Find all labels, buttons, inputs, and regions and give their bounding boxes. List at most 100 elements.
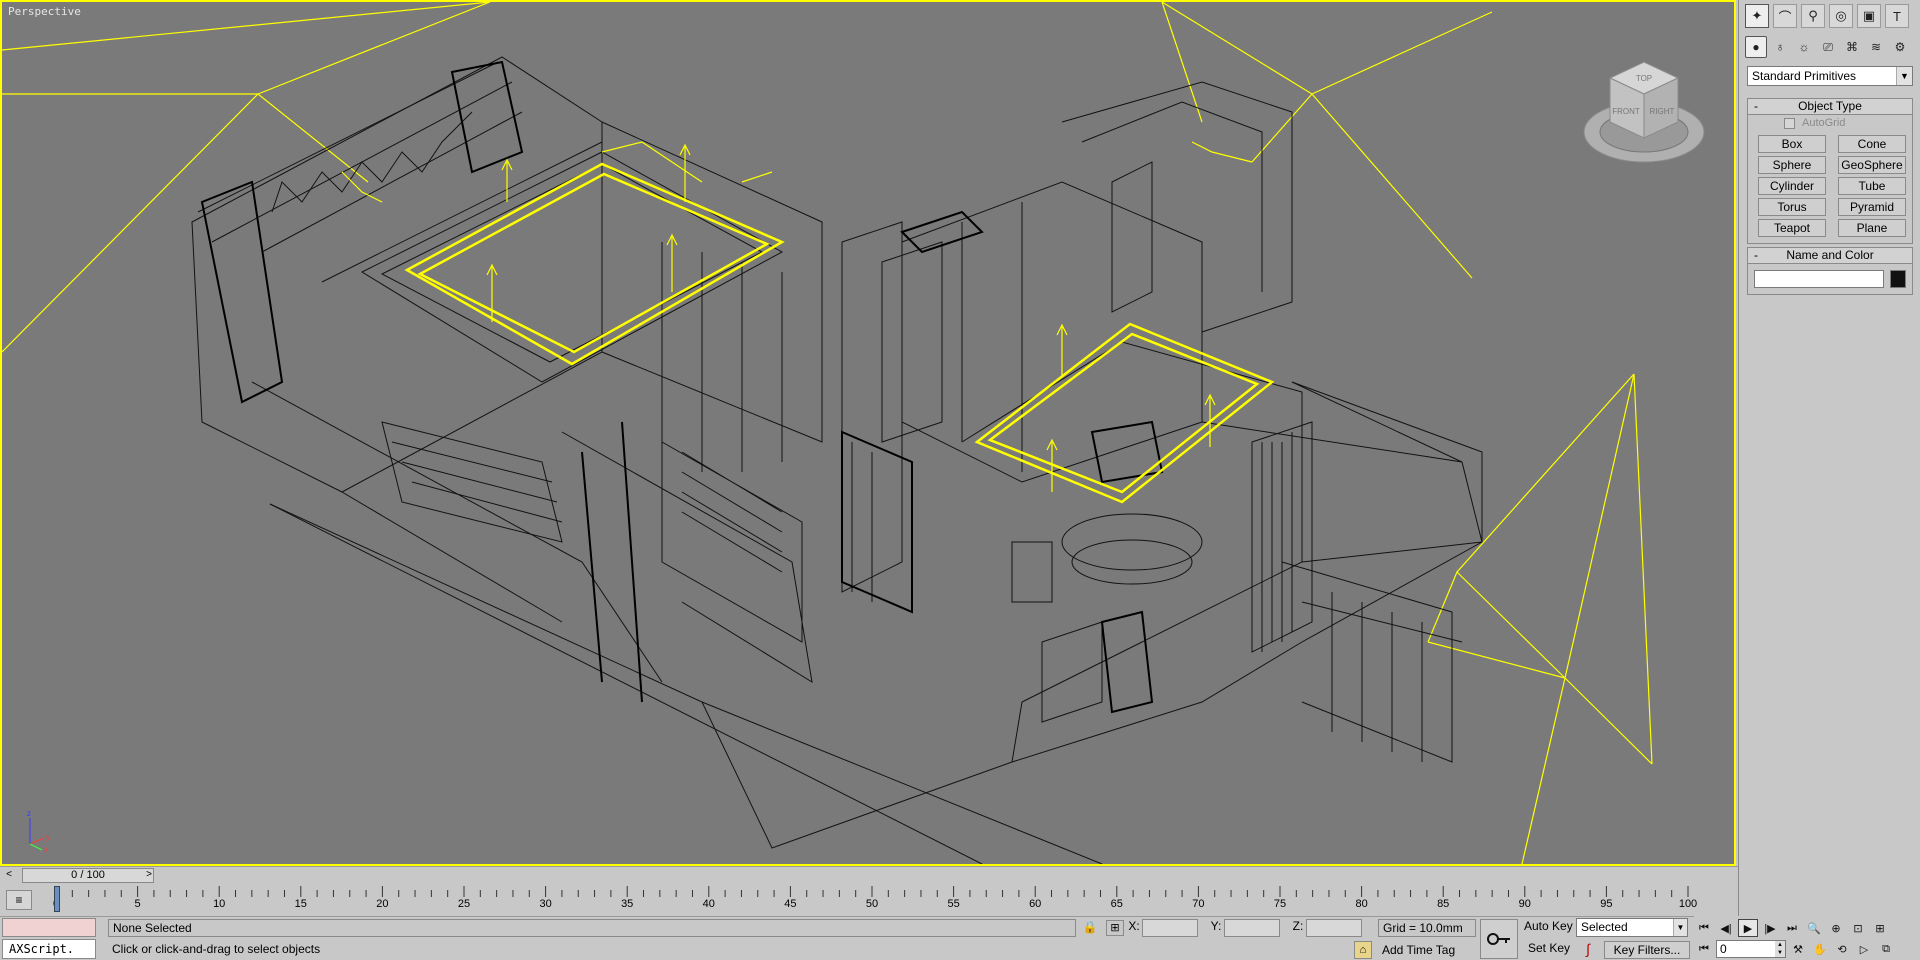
ruler-tick-label: 25 bbox=[457, 898, 471, 910]
playback-controls: ⏮ ◀| ▶ |▶ ⏭ 🔍 ⊕ ⊡ ⊞ ⏮ 0 ▲ ▼ ⚒ ✋ ⟲ ▷ ⧉ bbox=[1694, 916, 1920, 960]
utilities-tab-icon[interactable]: T bbox=[1885, 4, 1909, 28]
zoom-all-icon[interactable]: ⊕ bbox=[1826, 919, 1846, 937]
maximize-viewport-icon[interactable]: ⧉ bbox=[1876, 940, 1896, 958]
collapse-icon: - bbox=[1754, 99, 1758, 113]
set-key-button[interactable]: Set Key bbox=[1528, 941, 1570, 955]
time-tag-icon[interactable]: ⌂ bbox=[1354, 941, 1372, 959]
ruler-tick-label: 5 bbox=[134, 898, 141, 910]
object-type-header[interactable]: - Object Type bbox=[1748, 99, 1912, 115]
default-tangent-icon[interactable]: ∫ bbox=[1578, 941, 1598, 959]
add-time-tag-button[interactable]: Add Time Tag bbox=[1382, 943, 1455, 957]
z-coord-input[interactable] bbox=[1306, 919, 1362, 937]
svg-text:y: y bbox=[46, 833, 50, 842]
previous-frame-icon[interactable]: ◀| bbox=[1716, 919, 1736, 937]
field-of-view-icon[interactable]: ▷ bbox=[1854, 940, 1874, 958]
teapot-button[interactable]: Teapot bbox=[1758, 219, 1826, 237]
orbit-icon[interactable]: ⟲ bbox=[1832, 940, 1852, 958]
geosphere-button[interactable]: GeoSphere bbox=[1838, 156, 1906, 174]
frame-ruler[interactable]: 0510152025303540455055606570758085909510… bbox=[52, 884, 1736, 916]
systems-icon[interactable]: ⚙ bbox=[1889, 36, 1911, 58]
maxscript-mini-listener[interactable]: AXScript. bbox=[2, 939, 96, 959]
ruler-tick-label: 80 bbox=[1355, 898, 1368, 910]
current-frame-marker[interactable] bbox=[54, 886, 60, 912]
zoom-icon[interactable]: 🔍 bbox=[1804, 919, 1824, 937]
ruler-tick-label: 85 bbox=[1437, 898, 1450, 910]
x-coord-input[interactable] bbox=[1142, 919, 1198, 937]
cylinder-button[interactable]: Cylinder bbox=[1758, 177, 1826, 195]
go-to-start-icon[interactable]: ⏮ bbox=[1694, 919, 1714, 937]
name-row bbox=[1748, 264, 1912, 294]
trackbar[interactable]: ≡ 05101520253035404550556065707580859095… bbox=[0, 884, 1738, 916]
plane-button[interactable]: Plane bbox=[1838, 219, 1906, 237]
time-slider-next[interactable]: > bbox=[142, 869, 156, 883]
key-mode-toggle-icon[interactable]: ⏮ bbox=[1694, 940, 1714, 958]
ruler-tick-label: 60 bbox=[1029, 898, 1042, 910]
helpers-icon[interactable]: ⌘ bbox=[1841, 36, 1863, 58]
time-slider[interactable]: < 0 / 100 > bbox=[0, 866, 1738, 884]
status-bar: AXScript. None Selected Click or click-a… bbox=[0, 916, 1738, 960]
shapes-icon[interactable]: ♁ bbox=[1769, 36, 1791, 58]
box-button[interactable]: Box bbox=[1758, 135, 1826, 153]
perspective-viewport[interactable]: Perspective TOP FRONT RIGHT z y x bbox=[0, 0, 1736, 866]
sphere-button[interactable]: Sphere bbox=[1758, 156, 1826, 174]
view-cube[interactable]: TOP FRONT RIGHT bbox=[1582, 60, 1706, 170]
spacewarps-icon[interactable]: ≋ bbox=[1865, 36, 1887, 58]
autogrid-label: AutoGrid bbox=[1802, 117, 1846, 129]
viewcube-top: TOP bbox=[1636, 74, 1652, 83]
current-frame-input[interactable]: 0 ▲ ▼ bbox=[1716, 940, 1786, 958]
pyramid-button[interactable]: Pyramid bbox=[1838, 198, 1906, 216]
maxscript-listener-output[interactable] bbox=[2, 918, 96, 937]
absolute-mode-icon[interactable]: ⊞ bbox=[1106, 920, 1124, 936]
cone-button[interactable]: Cone bbox=[1838, 135, 1906, 153]
y-coord-label: Y: bbox=[1210, 919, 1222, 933]
time-slider-prev[interactable]: < bbox=[2, 869, 16, 883]
primitive-category-value: Standard Primitives bbox=[1752, 69, 1857, 83]
key-filters-button[interactable]: Key Filters... bbox=[1604, 941, 1690, 959]
ruler-tick-label: 50 bbox=[865, 898, 879, 910]
auto-key-button[interactable]: Auto Key bbox=[1524, 919, 1573, 937]
light-arrows bbox=[341, 141, 1253, 492]
primitive-category-select[interactable]: Standard Primitives ▼ bbox=[1747, 66, 1913, 86]
mini-curve-editor-icon[interactable]: ≡ bbox=[6, 890, 32, 910]
ruler-tick-label: 70 bbox=[1192, 898, 1205, 910]
tube-button[interactable]: Tube bbox=[1838, 177, 1906, 195]
chevron-down-icon: ▼ bbox=[1896, 67, 1912, 85]
hierarchy-tab-icon[interactable]: ⚲ bbox=[1801, 4, 1825, 28]
autogrid-checkbox[interactable] bbox=[1784, 118, 1795, 129]
play-icon[interactable]: ▶ bbox=[1738, 919, 1758, 937]
pan-icon[interactable]: ✋ bbox=[1810, 940, 1830, 958]
time-slider-thumb[interactable]: 0 / 100 bbox=[22, 868, 154, 883]
geometry-icon[interactable]: ● bbox=[1745, 36, 1767, 58]
ruler-tick-label: 15 bbox=[294, 898, 307, 910]
ruler-tick-label: 75 bbox=[1273, 898, 1287, 910]
lights-icon[interactable]: ☼ bbox=[1793, 36, 1815, 58]
frame-spinner[interactable]: ▲ ▼ bbox=[1775, 941, 1785, 957]
ruler-tick-label: 90 bbox=[1518, 898, 1531, 910]
chevron-down-icon: ▼ bbox=[1673, 919, 1687, 936]
next-frame-icon[interactable]: |▶ bbox=[1760, 919, 1780, 937]
go-to-end-icon[interactable]: ⏭ bbox=[1782, 919, 1802, 937]
autogrid-option: AutoGrid bbox=[1748, 115, 1912, 133]
key-selection-set-select[interactable]: Selected ▼ bbox=[1576, 918, 1688, 937]
zoom-extents-all-icon[interactable]: ⊞ bbox=[1870, 919, 1890, 937]
ruler-tick-label: 95 bbox=[1600, 898, 1613, 910]
motion-tab-icon[interactable]: ◎ bbox=[1829, 4, 1853, 28]
name-and-color-header[interactable]: - Name and Color bbox=[1748, 248, 1912, 264]
create-tab-icon[interactable]: ✦ bbox=[1745, 4, 1769, 28]
zoom-extents-icon[interactable]: ⊡ bbox=[1848, 919, 1868, 937]
object-type-buttons: Box Cone Sphere GeoSphere Cylinder Tube … bbox=[1748, 133, 1912, 243]
time-config-icon[interactable]: ⚒ bbox=[1788, 940, 1808, 958]
ruler-tick-label: 65 bbox=[1110, 898, 1123, 910]
object-color-swatch[interactable] bbox=[1890, 270, 1906, 288]
cameras-icon[interactable]: ⎚ bbox=[1817, 36, 1839, 58]
torus-button[interactable]: Torus bbox=[1758, 198, 1826, 216]
selection-lock-icon[interactable]: 🔒 bbox=[1082, 920, 1098, 936]
ruler-tick-label: 45 bbox=[784, 898, 797, 910]
ruler-tick-label: 100 bbox=[1678, 898, 1698, 910]
ruler-ticks bbox=[55, 886, 1689, 897]
set-keys-icon[interactable] bbox=[1480, 919, 1518, 959]
object-name-input[interactable] bbox=[1754, 270, 1884, 288]
display-tab-icon[interactable]: ▣ bbox=[1857, 4, 1881, 28]
modify-tab-icon[interactable]: ⌒ bbox=[1773, 4, 1797, 28]
y-coord-input[interactable] bbox=[1224, 919, 1280, 937]
